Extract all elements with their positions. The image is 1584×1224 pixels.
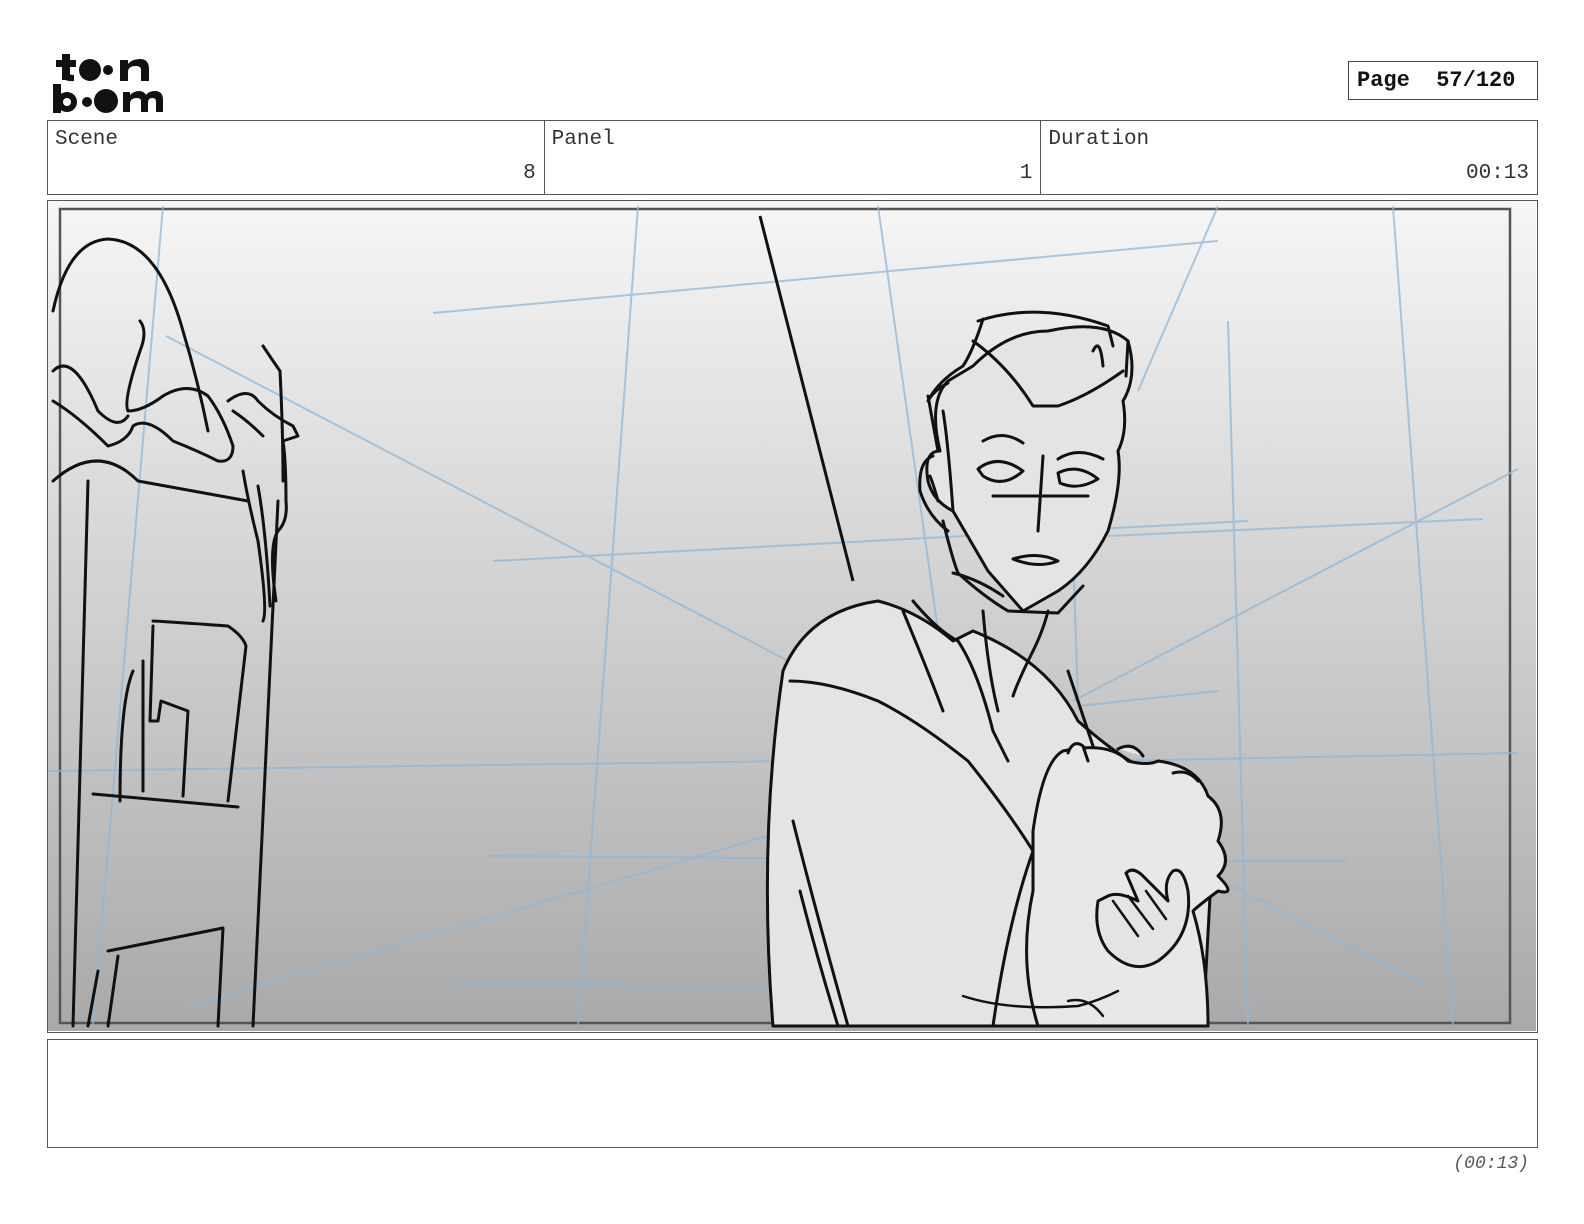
storyboard-panel — [47, 200, 1538, 1033]
duration-cell: Duration 00:13 — [1041, 121, 1537, 194]
toon-boom-logo — [50, 48, 166, 114]
panel-cell: Panel 1 — [545, 121, 1042, 194]
scene-label: Scene — [55, 128, 119, 151]
page-counter: Page 57/120 — [1348, 61, 1538, 100]
duration-value: 00:13 — [1466, 162, 1530, 185]
panel-info-row: Scene 8 Panel 1 Duration 00:13 — [47, 120, 1538, 195]
panel-sketch — [48, 201, 1536, 1031]
panel-notes[interactable] — [47, 1039, 1538, 1148]
panel-value: 1 — [1019, 162, 1033, 185]
scene-value: 8 — [523, 162, 536, 185]
duration-label: Duration — [1048, 128, 1150, 151]
footer-total-duration: (00:13) — [1453, 1154, 1529, 1174]
panel-label: Panel — [551, 128, 615, 151]
scene-cell: Scene 8 — [48, 121, 545, 194]
